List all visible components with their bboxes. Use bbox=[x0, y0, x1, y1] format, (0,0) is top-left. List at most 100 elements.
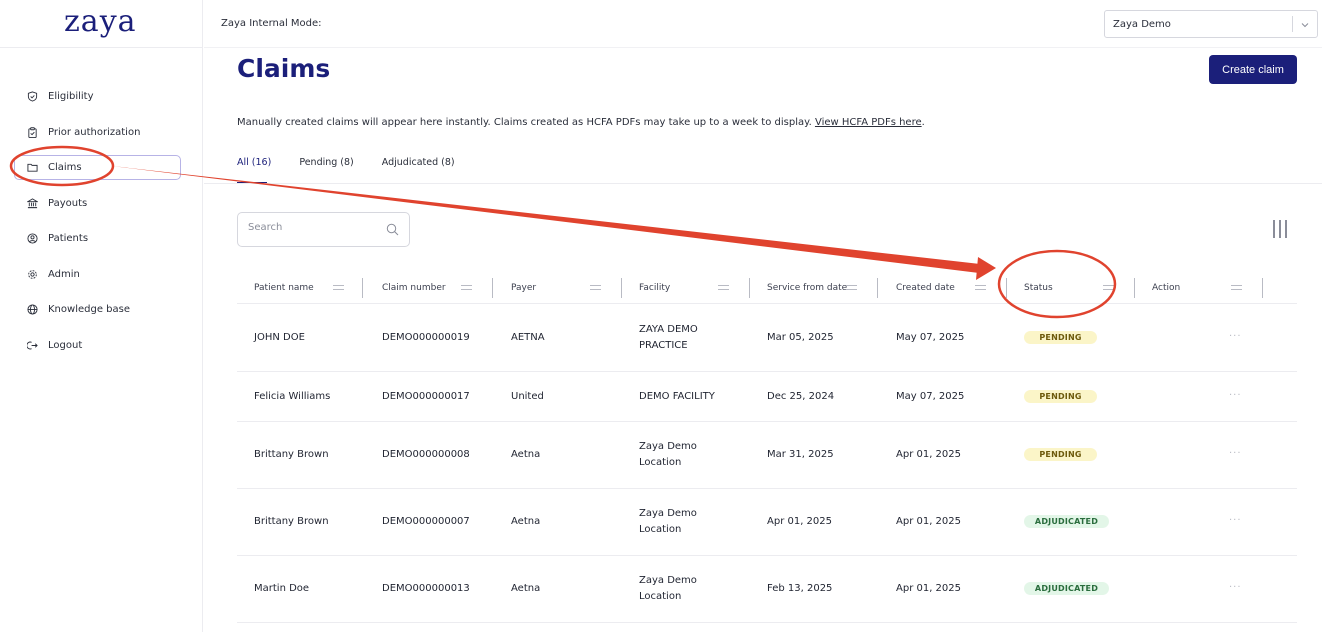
sidebar-item-admin[interactable]: Admin bbox=[14, 262, 181, 287]
drag-handle-icon[interactable] bbox=[461, 285, 472, 290]
created-date-cell: Apr 01, 2025 bbox=[896, 516, 962, 527]
search-box bbox=[237, 212, 410, 247]
sidebar-nav: Eligibility Prior authorization Claims P… bbox=[14, 84, 181, 368]
folder-icon bbox=[27, 162, 38, 173]
service-date-cell: Mar 05, 2025 bbox=[767, 332, 834, 343]
status-badge: ADJUDICATED bbox=[1024, 515, 1109, 528]
drag-handle-icon[interactable] bbox=[718, 285, 729, 290]
row-actions-menu[interactable]: ··· bbox=[1229, 582, 1242, 593]
column-divider[interactable] bbox=[1262, 278, 1263, 298]
row-actions-menu[interactable]: ··· bbox=[1229, 390, 1242, 401]
table-row[interactable]: Brittany Brown DEMO000000008 Aetna Zaya … bbox=[237, 422, 1297, 489]
sidebar-item-label: Payouts bbox=[48, 197, 88, 209]
view-hcfa-pdfs-link[interactable]: View HCFA PDFs here bbox=[815, 117, 922, 128]
column-divider[interactable] bbox=[492, 278, 493, 298]
claims-table-header: Patient name Claim number Payer Facility… bbox=[237, 270, 1297, 304]
tab-pending[interactable]: Pending (8) bbox=[299, 157, 353, 184]
status-badge: ADJUDICATED bbox=[1024, 582, 1109, 595]
table-row[interactable]: Felicia Williams DEMO000000017 United DE… bbox=[237, 372, 1297, 422]
status-badge: PENDING bbox=[1024, 390, 1097, 403]
payer-cell: United bbox=[511, 391, 544, 402]
column-header-patient-name[interactable]: Patient name bbox=[254, 278, 364, 298]
claim-number-cell: DEMO000000019 bbox=[382, 332, 470, 343]
claim-number-cell: DEMO000000007 bbox=[382, 516, 470, 527]
column-divider[interactable] bbox=[621, 278, 622, 298]
column-divider[interactable] bbox=[877, 278, 878, 298]
sidebar-item-label: Logout bbox=[48, 339, 83, 351]
sidebar-item-label: Prior authorization bbox=[48, 126, 141, 138]
column-label: Payer bbox=[511, 283, 537, 293]
drag-handle-icon[interactable] bbox=[975, 285, 986, 290]
column-header-payer[interactable]: Payer bbox=[511, 278, 622, 298]
drag-handle-icon[interactable] bbox=[1231, 285, 1242, 290]
create-claim-button[interactable]: Create claim bbox=[1209, 55, 1297, 84]
sidebar-item-knowledge-base[interactable]: Knowledge base bbox=[14, 297, 181, 322]
payer-cell: Aetna bbox=[511, 516, 541, 527]
facility-line: Location bbox=[639, 457, 682, 468]
drag-handle-icon[interactable] bbox=[846, 285, 857, 290]
logout-icon bbox=[27, 340, 38, 351]
row-actions-menu[interactable]: ··· bbox=[1229, 515, 1242, 526]
drag-handle-icon[interactable] bbox=[590, 285, 601, 290]
facility-line: Zaya Demo bbox=[639, 508, 697, 519]
patient-name-cell: Brittany Brown bbox=[254, 449, 329, 460]
sidebar-item-prior-authorization[interactable]: Prior authorization bbox=[14, 120, 181, 145]
column-header-action[interactable]: Action bbox=[1152, 278, 1272, 298]
sidebar-item-patients[interactable]: Patients bbox=[14, 226, 181, 251]
tab-adjudicated[interactable]: Adjudicated (8) bbox=[382, 157, 455, 184]
table-row[interactable]: JOHN DOE DEMO000000019 AETNA ZAYA DEMO PR… bbox=[237, 305, 1297, 372]
column-header-facility[interactable]: Facility bbox=[639, 278, 750, 298]
internal-mode-label: Zaya Internal Mode: bbox=[221, 18, 322, 29]
sidebar-item-logout[interactable]: Logout bbox=[14, 333, 181, 358]
claims-notice: Manually created claims will appear here… bbox=[237, 117, 925, 128]
column-divider[interactable] bbox=[362, 278, 363, 298]
created-date-cell: Apr 01, 2025 bbox=[896, 449, 962, 460]
row-actions-menu[interactable]: ··· bbox=[1229, 448, 1242, 459]
column-divider[interactable] bbox=[1134, 278, 1135, 298]
table-row[interactable]: Brittany Brown DEMO000000007 Aetna Zaya … bbox=[237, 489, 1297, 556]
column-settings-icon[interactable] bbox=[1271, 219, 1289, 239]
table-row[interactable]: Martin Doe DEMO000000013 Aetna Zaya Demo… bbox=[237, 556, 1297, 623]
clipboard-check-icon bbox=[27, 126, 38, 138]
column-divider[interactable] bbox=[1006, 278, 1007, 298]
user-circle-icon bbox=[27, 233, 38, 244]
column-header-claim-number[interactable]: Claim number bbox=[382, 278, 493, 298]
topbar: Zaya Internal Mode: Zaya Demo bbox=[204, 0, 1322, 48]
column-header-created-date[interactable]: Created date bbox=[896, 278, 1007, 298]
column-label: Facility bbox=[639, 283, 671, 293]
patient-name-cell: JOHN DOE bbox=[254, 332, 305, 343]
claim-number-cell: DEMO000000008 bbox=[382, 449, 470, 460]
patient-name-cell: Brittany Brown bbox=[254, 516, 329, 527]
sidebar-item-payouts[interactable]: Payouts bbox=[14, 191, 181, 216]
zaya-logo[interactable]: zaya bbox=[64, 4, 137, 39]
notice-text: Manually created claims will appear here… bbox=[237, 117, 815, 128]
service-date-cell: Dec 25, 2024 bbox=[767, 391, 835, 402]
service-date-cell: Feb 13, 2025 bbox=[767, 583, 833, 594]
organization-select[interactable]: Zaya Demo bbox=[1104, 10, 1318, 38]
patient-name-cell: Felicia Williams bbox=[254, 391, 331, 402]
sidebar-item-label: Admin bbox=[48, 268, 80, 280]
column-header-service-from-date[interactable]: Service from date bbox=[767, 278, 878, 298]
chevron-down-icon[interactable] bbox=[1300, 20, 1310, 30]
tab-all[interactable]: All (16) bbox=[237, 157, 271, 184]
created-date-cell: May 07, 2025 bbox=[896, 391, 965, 402]
sidebar-item-eligibility[interactable]: Eligibility bbox=[14, 84, 181, 109]
claim-number-cell: DEMO000000013 bbox=[382, 583, 470, 594]
page-title: Claims bbox=[237, 54, 331, 83]
payer-cell: Aetna bbox=[511, 449, 541, 460]
row-actions-menu[interactable]: ··· bbox=[1229, 331, 1242, 342]
drag-handle-icon[interactable] bbox=[1103, 285, 1114, 290]
select-separator bbox=[1292, 16, 1293, 32]
drag-handle-icon[interactable] bbox=[333, 285, 344, 290]
facility-cell: DEMO FACILITY bbox=[639, 391, 715, 402]
sidebar-item-claims[interactable]: Claims bbox=[14, 155, 181, 180]
column-label: Action bbox=[1152, 283, 1181, 293]
status-badge: PENDING bbox=[1024, 448, 1097, 461]
search-icon[interactable] bbox=[386, 223, 399, 236]
search-input[interactable] bbox=[248, 222, 378, 233]
column-divider[interactable] bbox=[749, 278, 750, 298]
column-header-status[interactable]: Status bbox=[1024, 278, 1135, 298]
gear-icon bbox=[27, 269, 38, 280]
divider bbox=[0, 47, 203, 48]
created-date-cell: May 07, 2025 bbox=[896, 332, 965, 343]
